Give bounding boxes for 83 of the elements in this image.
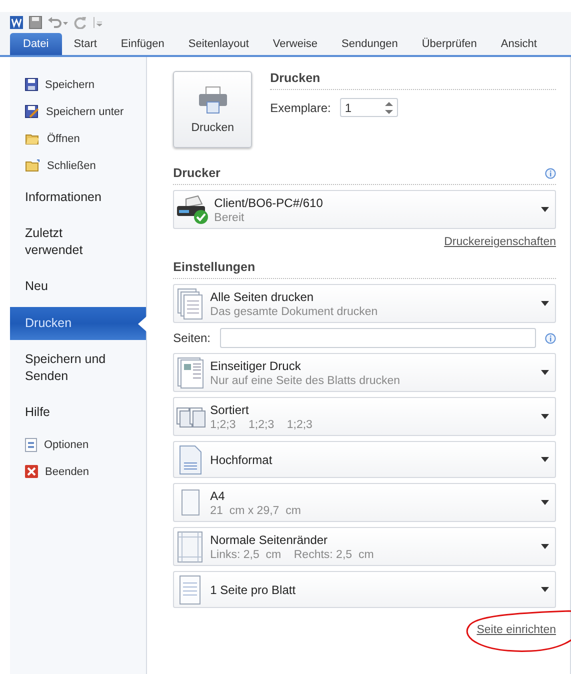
printer-status: Bereit: [214, 212, 246, 224]
save-as-icon: [25, 105, 39, 118]
folder-icon: [25, 132, 40, 145]
section-heading: Drucken: [270, 71, 320, 85]
spin-arrows-icon[interactable]: [384, 100, 393, 114]
save-icon[interactable]: [29, 16, 42, 29]
collated-pages-icon: [176, 404, 206, 428]
dropdown-caret-icon: [541, 587, 549, 592]
menu-command[interactable]: Schließen: [10, 152, 146, 179]
option-description: Das gesamte Dokument drucken: [210, 306, 379, 318]
menu-command[interactable]: Öffnen: [10, 125, 146, 152]
printer-properties-link[interactable]: Druckereigenschaften: [444, 236, 556, 248]
section-heading: Drucker: [173, 166, 220, 180]
info-icon[interactable]: [545, 168, 556, 178]
pages-label: Seiten:: [173, 331, 211, 345]
menu-command[interactable]: Beenden: [10, 458, 146, 485]
dropdown-caret-icon: [541, 457, 549, 462]
menu-command[interactable]: Optionen: [10, 431, 146, 458]
dropdown-caret-icon: [541, 500, 549, 505]
option-description: Nur auf eine Seite des Blatts drucken: [210, 374, 402, 386]
printer-dropdown[interactable]: Client/BO6-PC#/610 Bereit: [173, 190, 556, 229]
menu-command-label: Speichern: [45, 78, 95, 90]
dropdown-caret-icon: [541, 414, 549, 419]
dropdown-caret-icon: [541, 544, 549, 549]
menu-item[interactable]: Drucken: [10, 307, 146, 340]
save-icon: [25, 78, 38, 91]
menu-item[interactable]: Neu: [10, 270, 146, 303]
settings-dropdown[interactable]: Sortiert 1;2;3 1;2;3 1;2;3: [173, 397, 556, 436]
ribbon-tab[interactable]: Seitenlayout: [176, 33, 261, 55]
menu-command[interactable]: Speichern: [10, 71, 146, 98]
menu-command-label: Öffnen: [47, 132, 80, 144]
option-title: Einseitiger Druck: [210, 358, 302, 372]
undo-icon[interactable]: [48, 16, 68, 29]
document-icon: [25, 438, 37, 452]
info-icon[interactable]: [545, 332, 556, 344]
menu-item[interactable]: Speichern und Senden: [10, 344, 146, 392]
option-description: Links: 2,5 cm Rechts: 2,5 cm: [210, 548, 375, 560]
ribbon-tab[interactable]: Datei: [10, 33, 62, 55]
dropdown-caret-icon: [541, 207, 549, 212]
menu-command-label: Beenden: [45, 466, 90, 478]
settings-dropdown[interactable]: Normale Seitenränder Links: 2,5 cm Rechts: 2,5 cm: [173, 527, 556, 566]
menu-command-label: Schließen: [47, 160, 96, 172]
close-icon: [25, 465, 38, 478]
menu-item[interactable]: Informationen: [10, 181, 146, 214]
option-title: A4: [210, 488, 226, 502]
redo-icon[interactable]: [74, 16, 87, 29]
dropdown-caret-icon: [541, 370, 549, 375]
option-title: Normale Seitenränder: [210, 532, 329, 546]
option-title: Sortiert: [210, 402, 250, 416]
menu-item[interactable]: Hilfe: [10, 396, 146, 429]
section-heading: Einstellungen: [173, 260, 256, 274]
menu-command-label: Optionen: [44, 438, 89, 450]
printer-icon: [198, 86, 228, 114]
ribbon-tab[interactable]: Ansicht: [488, 33, 549, 55]
option-description: 21 cm x 29,7 cm: [210, 504, 302, 516]
printer-ready-icon: [176, 194, 210, 224]
option-title: Hochformat: [210, 452, 274, 466]
menu-command-label: Speichern unter: [46, 106, 124, 118]
copies-label: Exemplare:: [270, 100, 331, 114]
menu-command[interactable]: Speichern unter: [10, 98, 146, 125]
printer-name: Client/BO6-PC#/610: [214, 196, 324, 210]
settings-dropdown[interactable]: A4 21 cm x 29,7 cm: [173, 483, 556, 522]
dropdown-caret-icon: [541, 301, 549, 306]
option-title: Alle Seiten drucken: [210, 290, 315, 304]
menu-item[interactable]: Zuletzt verwendet: [10, 218, 146, 266]
option-title: 1 Seite pro Blatt: [210, 582, 297, 596]
ribbon-tab[interactable]: Überprüfen: [410, 33, 489, 55]
ribbon-tab[interactable]: Start: [62, 33, 109, 55]
print-button[interactable]: Drucken: [173, 71, 252, 148]
word-logo-icon[interactable]: [10, 16, 23, 29]
single-sided-page-icon: [176, 356, 206, 390]
ribbon-tab[interactable]: Verweise: [260, 33, 330, 55]
settings-dropdown[interactable]: Hochformat: [173, 441, 556, 478]
ribbon-tab[interactable]: Sendungen: [330, 33, 410, 55]
settings-dropdown[interactable]: Alle Seiten drucken Das gesamte Dokument drucken: [173, 284, 556, 323]
option-description: 1;2;3 1;2;3 1;2;3: [210, 418, 314, 430]
ribbon-tab[interactable]: Einfügen: [108, 33, 176, 55]
settings-dropdown[interactable]: 1 Seite pro Blatt: [173, 571, 556, 608]
copies-spinner[interactable]: 1: [340, 98, 398, 117]
folder-icon: [25, 159, 40, 172]
settings-dropdown[interactable]: Einseitiger Druck Nur auf eine Seite des Blatts drucken: [173, 353, 556, 392]
customize-toolbar-icon[interactable]: [93, 16, 102, 29]
pages-input-field[interactable]: [220, 328, 536, 348]
